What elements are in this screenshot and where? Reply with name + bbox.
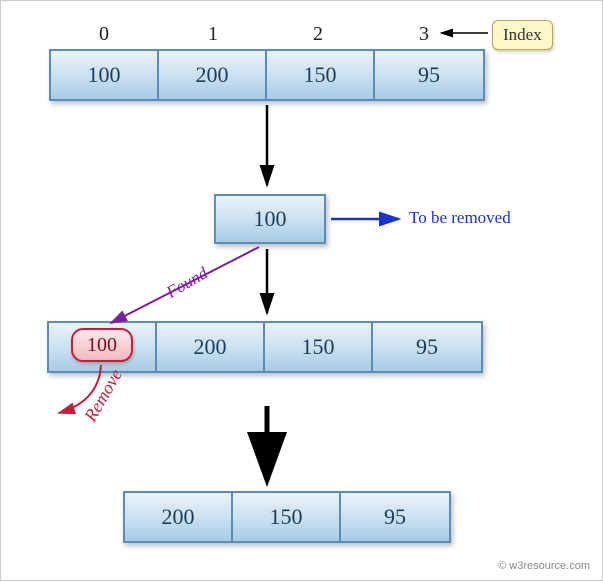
- array-cell: 150: [265, 323, 373, 371]
- to-be-removed-label: To be removed: [409, 208, 511, 228]
- array-cell: 200: [159, 51, 267, 99]
- array-cell: 200: [125, 493, 233, 541]
- array-cell: 150: [233, 493, 341, 541]
- diagram-canvas: 0 1 2 3 Index 100 200 150 95 100 To be r…: [0, 0, 603, 581]
- target-cell: 100: [214, 194, 326, 244]
- index-label-box: Index: [492, 20, 553, 50]
- index-1: 1: [208, 23, 218, 46]
- remove-label: Remove: [80, 366, 127, 426]
- array-cell: 200: [157, 323, 265, 371]
- index-2: 2: [313, 23, 323, 46]
- array-initial: 100 200 150 95: [49, 49, 485, 101]
- array-result: 200 150 95: [123, 491, 451, 543]
- array-cell: 95: [341, 493, 449, 541]
- copyright: © w3resource.com: [498, 560, 590, 572]
- found-label: Found: [163, 263, 211, 303]
- array-cell: 100: [51, 51, 159, 99]
- index-0: 0: [99, 23, 109, 46]
- array-cell: 95: [373, 323, 481, 371]
- array-cell: 95: [375, 51, 483, 99]
- index-3: 3: [419, 23, 429, 46]
- found-highlight: 100: [71, 328, 133, 362]
- array-cell: 150: [267, 51, 375, 99]
